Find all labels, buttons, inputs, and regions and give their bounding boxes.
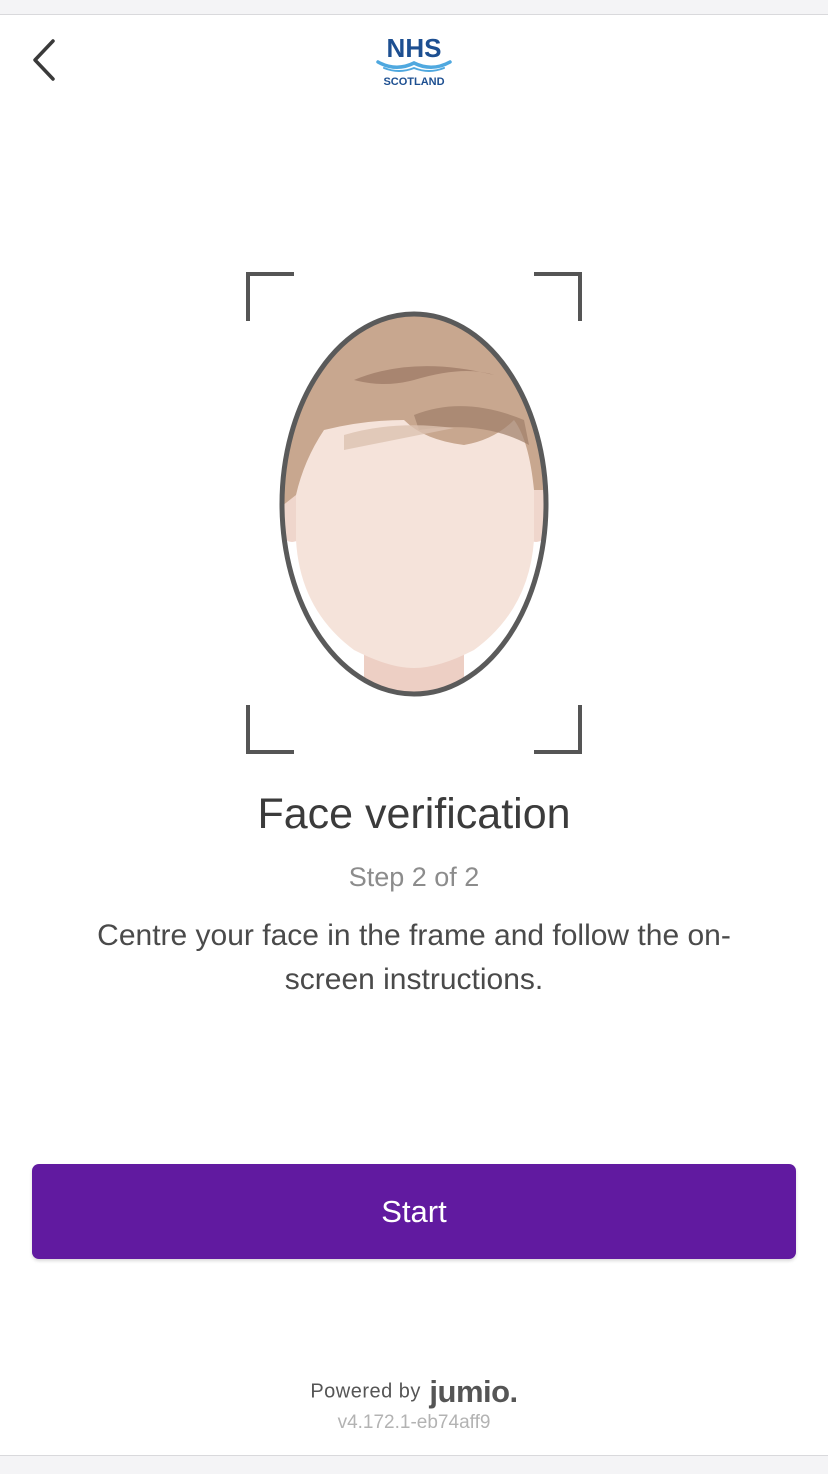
- status-strip: [0, 0, 828, 15]
- logo-primary-text: NHS: [387, 33, 442, 63]
- chevron-left-icon: [33, 39, 55, 81]
- jumio-logo: jumio.: [429, 1374, 518, 1409]
- logo-secondary-text: SCOTLAND: [383, 76, 444, 88]
- powered-by: Powered by jumio.: [0, 1374, 828, 1410]
- face-illustration: [246, 272, 582, 754]
- bottom-strip: [0, 1455, 828, 1474]
- page-title: Face verification: [257, 790, 571, 838]
- step-indicator: Step 2 of 2: [348, 862, 480, 892]
- back-button[interactable]: [22, 36, 66, 84]
- instructions-text: Centre your face in the frame and follow…: [97, 919, 731, 996]
- version-label: v4.172.1-eb74aff9: [337, 1412, 491, 1433]
- powered-by-label: Powered by: [310, 1380, 421, 1403]
- start-button[interactable]: Start: [32, 1164, 796, 1259]
- nhs-scotland-logo: NHS SCOTLAND: [376, 33, 452, 88]
